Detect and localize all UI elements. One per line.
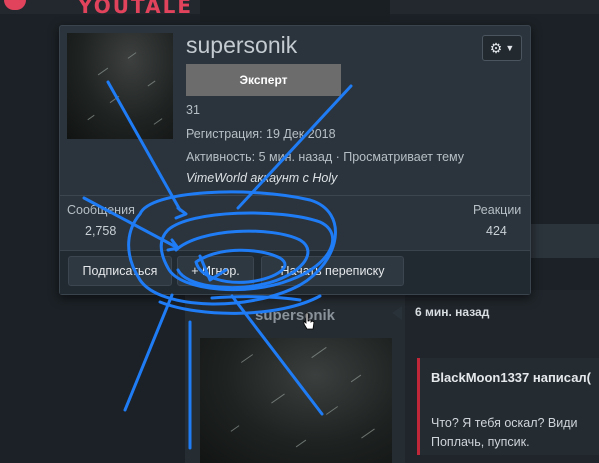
scribble-arrow bbox=[123, 293, 174, 412]
site-logo[interactable]: YOUTALE bbox=[78, 0, 193, 18]
member-registration: Регистрация: 19 Дек 2018 bbox=[186, 127, 336, 141]
rank-badge: Эксперт bbox=[186, 64, 341, 96]
cursor-icon bbox=[303, 312, 315, 330]
post-time[interactable]: 6 мин. назад bbox=[415, 305, 489, 319]
quote-text: Что? Я тебя оскал? Види Поплачь, пупсик. bbox=[431, 416, 578, 449]
member-options-button[interactable]: ⚙ ▼ bbox=[482, 35, 522, 61]
member-username[interactable]: supersonik bbox=[186, 32, 297, 59]
start-conversation-button[interactable]: Начать переписку bbox=[261, 256, 404, 286]
logo-icon[interactable] bbox=[4, 0, 26, 10]
gear-icon: ⚙ bbox=[489, 39, 503, 56]
previous-post-image bbox=[200, 0, 390, 22]
post-avatar[interactable] bbox=[200, 338, 392, 463]
chevron-down-icon: ▼ bbox=[505, 43, 515, 53]
reactions-value[interactable]: 424 bbox=[486, 224, 507, 238]
member-tooltip-card: supersonik ⚙ ▼ Эксперт 31 Регистрация: 1… bbox=[59, 25, 531, 295]
follow-button[interactable]: Подписаться bbox=[68, 256, 172, 286]
reactions-label: Реакции bbox=[473, 203, 522, 217]
member-avatar[interactable] bbox=[67, 33, 173, 139]
post-caret bbox=[392, 306, 402, 320]
quote-author[interactable]: BlackMoon1337 написал( bbox=[431, 370, 591, 385]
messages-label: Сообщения bbox=[67, 203, 135, 217]
post-username[interactable]: supersonik bbox=[255, 307, 335, 324]
messages-value[interactable]: 2,758 bbox=[85, 224, 116, 238]
member-count-line: 31 bbox=[186, 103, 200, 117]
member-account: VimeWorld аккаунт c Holy bbox=[186, 171, 338, 185]
ignore-button[interactable]: + Игнор. bbox=[177, 256, 254, 286]
member-activity: Активность: 5 мин. назад · Просматривает… bbox=[186, 150, 465, 164]
card-divider bbox=[60, 195, 530, 196]
